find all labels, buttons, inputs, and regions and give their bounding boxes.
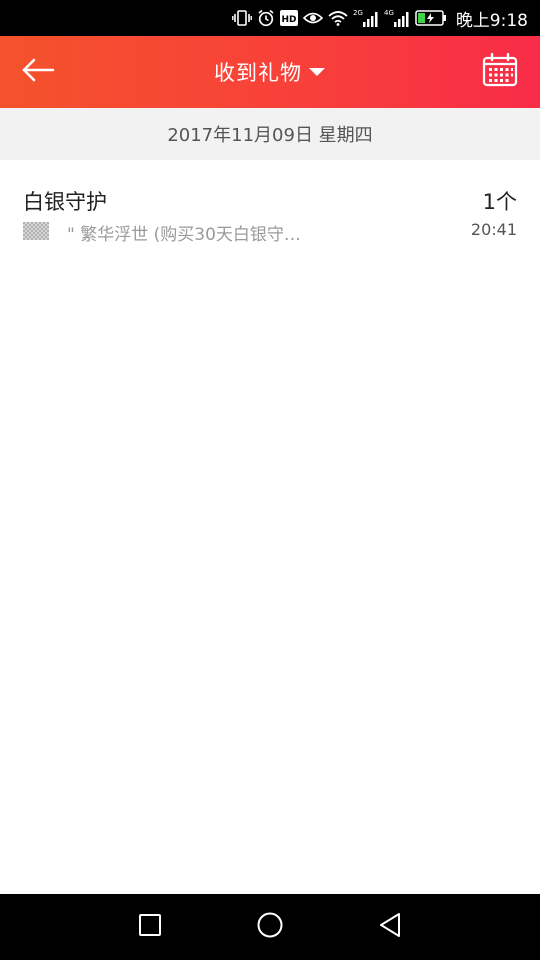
- calendar-button[interactable]: [480, 52, 520, 92]
- date-text: 2017年11月09日 星期四: [167, 125, 373, 146]
- recents-button[interactable]: [130, 907, 170, 947]
- home-circle-icon: [256, 911, 284, 943]
- gift-time: 20:41: [470, 220, 517, 239]
- signal-4g-icon: 4G: [384, 8, 410, 28]
- gift-list: 白银守护 1个 " 繁华浮世 (购买30天白银守… 20:41: [0, 160, 540, 252]
- title-dropdown[interactable]: 收到礼物: [170, 36, 370, 108]
- battery-charging-icon: [415, 10, 447, 26]
- gift-message: " 繁华浮世 (购买30天白银守…: [67, 225, 301, 245]
- gift-count: 1个: [482, 190, 517, 214]
- system-back-button[interactable]: [370, 907, 410, 947]
- back-triangle-icon: [377, 911, 403, 943]
- alarm-icon: [257, 9, 275, 27]
- nav-bar: [0, 894, 540, 960]
- signal-2g-icon: 2G: [353, 8, 379, 28]
- wifi-icon: [328, 10, 348, 26]
- signal-2g-label: 2G: [353, 9, 363, 17]
- list-item[interactable]: 白银守护 1个 " 繁华浮世 (购买30天白银守… 20:41: [0, 160, 540, 252]
- back-arrow-icon: [21, 58, 55, 86]
- caret-down-icon: [308, 63, 326, 82]
- page-title: 收到礼物: [214, 61, 302, 85]
- vibrate-icon: [231, 9, 252, 27]
- signal-4g-label: 4G: [384, 9, 394, 17]
- date-header: 2017年11月09日 星期四: [0, 108, 540, 160]
- home-button[interactable]: [250, 907, 290, 947]
- status-icons: HD 2G 4G 晚上9:18: [231, 0, 528, 36]
- hd-label: HD: [281, 15, 296, 25]
- gift-thumbnail: [23, 222, 49, 240]
- back-button[interactable]: [16, 52, 60, 92]
- status-time: 晚上9:18: [455, 10, 528, 31]
- calendar-icon: [482, 52, 518, 91]
- status-bar: HD 2G 4G 晚上9:18: [0, 0, 540, 36]
- app-bar: 收到礼物: [0, 36, 540, 108]
- hd-icon: HD: [279, 10, 298, 26]
- eye-icon: [302, 10, 323, 26]
- screen: HD 2G 4G 晚上9:18 收到礼物 2017年11月09日 星期四 白银守…: [0, 0, 540, 960]
- recents-square-icon: [138, 913, 162, 941]
- gift-name: 白银守护: [23, 190, 107, 214]
